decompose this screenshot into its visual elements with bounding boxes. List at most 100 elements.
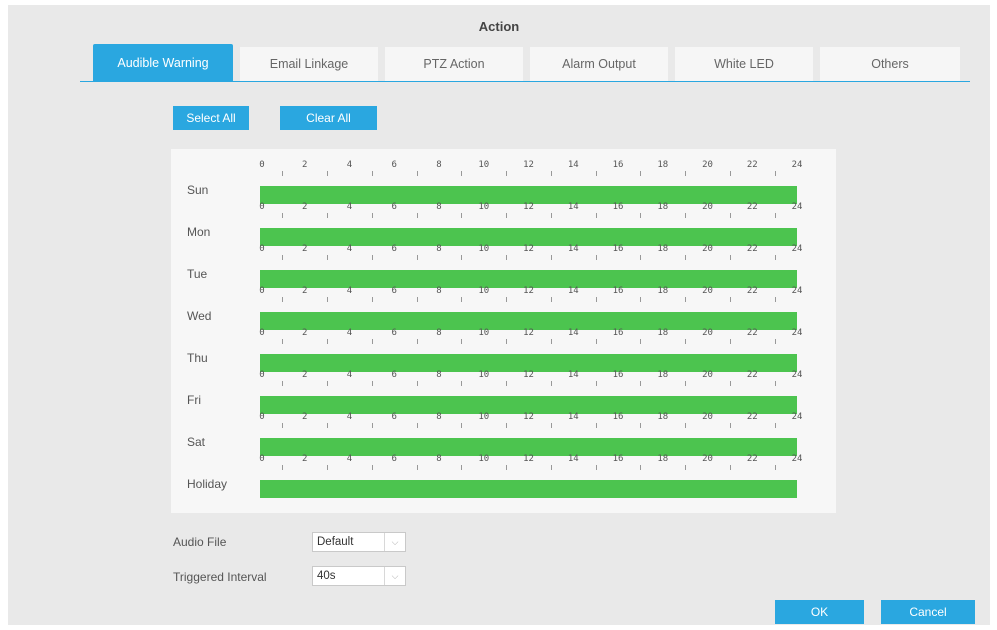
hour-tick-mark: [774, 339, 776, 344]
hour-tick-label: 8: [436, 454, 442, 464]
hour-tick-label: 6: [391, 412, 397, 422]
hour-tick-label: 2: [302, 412, 308, 422]
hour-tick-label: 20: [702, 202, 713, 212]
interval-value: 40s: [317, 570, 336, 582]
hour-tick-mark: [595, 465, 597, 470]
hour-tick-mark: [550, 381, 552, 386]
hour-tick-label: 10: [478, 244, 490, 254]
tab-email-linkage[interactable]: Email Linkage: [240, 47, 378, 81]
hour-tick-label: 24: [791, 454, 803, 464]
audio-file-select[interactable]: Default ⌵: [312, 532, 406, 552]
day-label: Sun: [187, 183, 209, 197]
hour-tick-mark: [461, 381, 463, 386]
hour-ruler: 0 2 4 6 8 10 12 14 16 18 20 22 24: [259, 286, 802, 302]
hour-tick-mark: [640, 423, 642, 428]
hour-tick-mark: [640, 339, 642, 344]
hour-tick-label: 8: [436, 370, 442, 380]
hour-tick-mark: [550, 213, 552, 218]
hour-ruler: 0 2 4 6 8 10 12 14 16 18 20 22 24: [259, 412, 802, 428]
hour-tick-label: 10: [478, 160, 490, 170]
hour-tick-label: 14: [567, 286, 579, 296]
ok-button[interactable]: OK: [775, 600, 864, 624]
hour-tick-label: 18: [657, 160, 669, 170]
hour-tick-label: 8: [436, 202, 442, 212]
hour-tick-label: 10: [478, 286, 490, 296]
hour-tick-label: 0: [259, 370, 265, 380]
hour-tick-label: 16: [612, 286, 624, 296]
clear-all-button[interactable]: Clear All: [280, 106, 377, 130]
hour-tick-label: 22: [746, 244, 758, 254]
hour-tick-mark: [685, 213, 687, 218]
hour-tick-mark: [729, 213, 731, 218]
tab-white-led[interactable]: White LED: [675, 47, 813, 81]
hour-tick-label: 22: [746, 412, 758, 422]
hour-tick-label: 24: [791, 160, 803, 170]
hour-tick-mark: [461, 339, 463, 344]
hour-tick-label: 8: [436, 412, 442, 422]
hour-tick-label: 14: [567, 202, 579, 212]
day-label: Holiday: [187, 477, 228, 491]
hour-tick-mark: [461, 297, 463, 302]
hour-tick-label: 20: [702, 370, 713, 380]
hour-tick-label: 18: [657, 412, 669, 422]
hour-tick-label: 6: [391, 454, 397, 464]
hour-tick-label: 2: [302, 286, 308, 296]
schedule-bar-holiday[interactable]: [260, 480, 797, 498]
hour-tick-mark: [595, 297, 597, 302]
hour-tick-label: 2: [302, 454, 308, 464]
hour-tick-label: 22: [746, 370, 758, 380]
hour-tick-mark: [416, 423, 418, 428]
hour-tick-label: 14: [567, 370, 579, 380]
hour-tick-label: 10: [478, 370, 490, 380]
hour-tick-label: 16: [612, 244, 624, 254]
hour-tick-mark: [729, 465, 731, 470]
hour-tick-label: 4: [346, 454, 353, 464]
hour-tick-mark: [416, 171, 418, 176]
hour-tick-mark: [774, 297, 776, 302]
tab-ptz-action[interactable]: PTZ Action: [385, 47, 523, 81]
hour-tick-mark: [640, 381, 642, 386]
hour-tick-mark: [550, 255, 552, 260]
hour-tick-label: 4: [346, 202, 353, 212]
hour-tick-mark: [685, 465, 687, 470]
hour-tick-mark: [506, 255, 508, 260]
hour-tick-label: 24: [791, 412, 803, 422]
hour-tick-label: 2: [302, 370, 308, 380]
hour-tick-mark: [416, 255, 418, 260]
tab-audible-warning[interactable]: Audible Warning: [93, 44, 233, 82]
day-label: Wed: [187, 309, 212, 323]
tab-alarm-output[interactable]: Alarm Output: [530, 47, 668, 81]
hour-tick-label: 14: [567, 454, 579, 464]
select-all-button[interactable]: Select All: [173, 106, 249, 130]
hour-tick-label: 20: [702, 412, 713, 422]
hour-tick-label: 18: [657, 202, 669, 212]
hour-tick-label: 16: [612, 160, 624, 170]
hour-tick-label: 4: [346, 328, 353, 338]
interval-select[interactable]: 40s ⌵: [312, 566, 406, 586]
hour-tick-mark: [327, 381, 329, 386]
hour-tick-mark: [640, 171, 642, 176]
hour-tick-label: 6: [391, 286, 397, 296]
hour-tick-label: 22: [746, 202, 758, 212]
hour-tick-label: 22: [746, 454, 758, 464]
hour-tick-label: 6: [391, 244, 397, 254]
cancel-button[interactable]: Cancel: [881, 600, 975, 624]
hour-tick-mark: [282, 465, 284, 470]
hour-tick-mark: [371, 465, 373, 470]
hour-tick-mark: [416, 381, 418, 386]
hour-tick-mark: [595, 423, 597, 428]
hour-ruler: 0 2 4 6 8 10 12 14 16 18 20 22 24: [259, 160, 802, 176]
hour-tick-mark: [550, 465, 552, 470]
hour-tick-mark: [282, 297, 284, 302]
hour-tick-mark: [327, 213, 329, 218]
hour-tick-mark: [416, 465, 418, 470]
hour-tick-mark: [774, 213, 776, 218]
hour-tick-mark: [282, 381, 284, 386]
hour-tick-mark: [685, 423, 687, 428]
hour-tick-mark: [729, 255, 731, 260]
schedule-grid: 0 2 4 6 8 10 12 14 16 18 20 22 24 Sun 0 2 4 6 8 10 12 14 16 18 2…: [171, 149, 836, 513]
tab-others[interactable]: Others: [820, 47, 960, 81]
hour-tick-mark: [506, 297, 508, 302]
hour-tick-mark: [595, 213, 597, 218]
hour-tick-mark: [729, 171, 731, 176]
